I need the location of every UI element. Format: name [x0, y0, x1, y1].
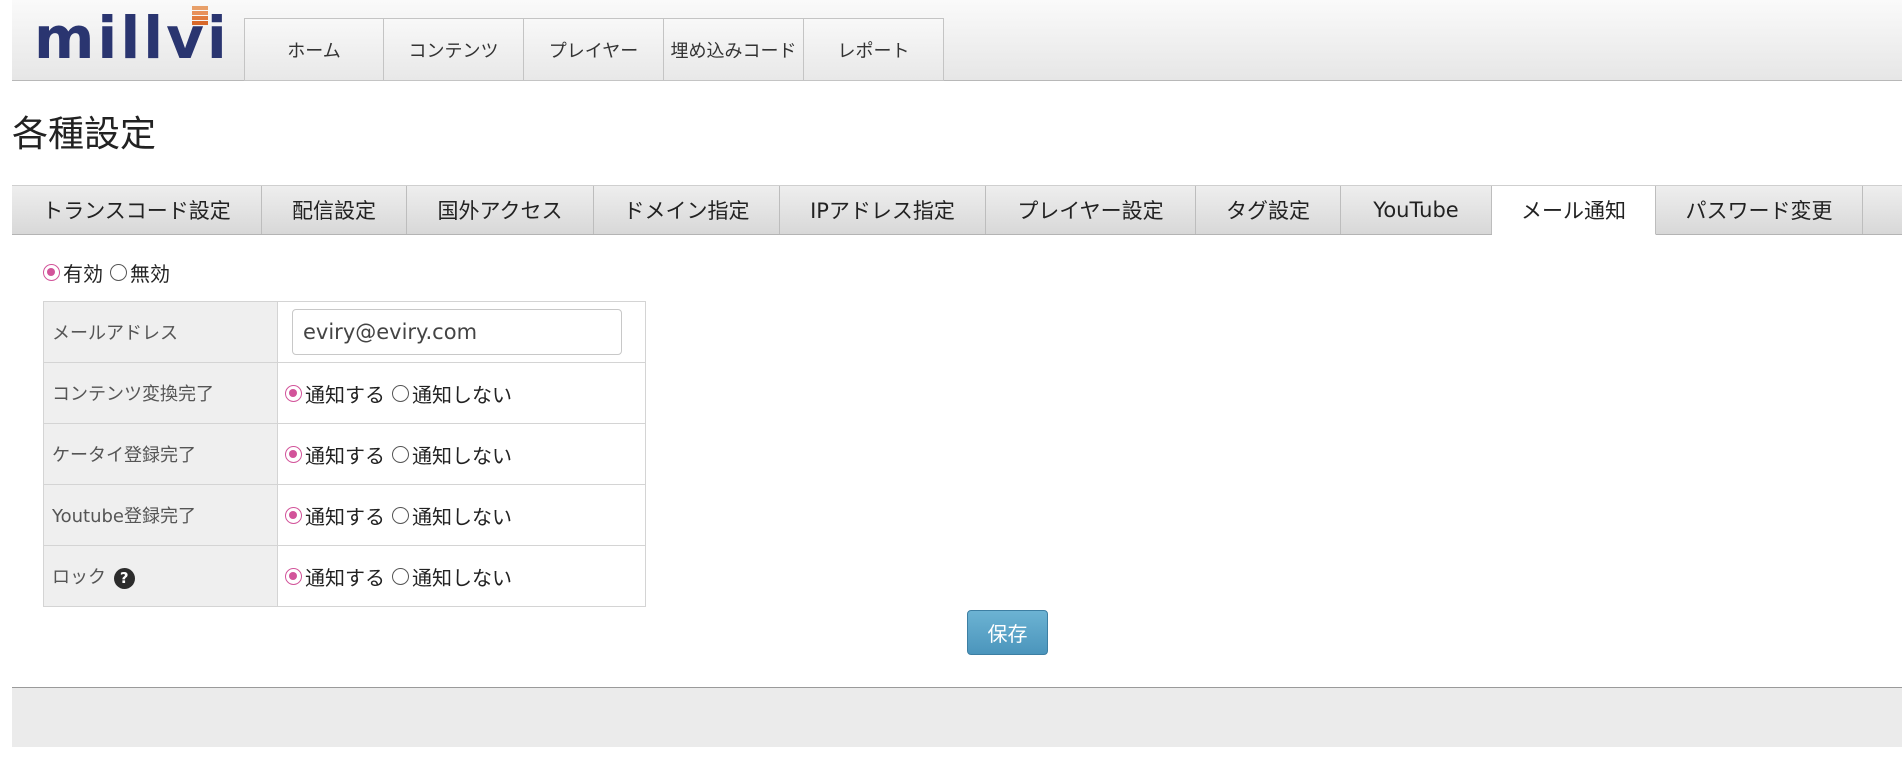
email-field[interactable]	[292, 309, 622, 355]
tab-overseas-access[interactable]: 国外アクセス	[407, 186, 594, 234]
table-row: コンテンツ変換完了 通知する 通知しない	[43, 362, 646, 424]
app-header: millvi ホーム コンテンツ プレイヤー 埋め込みコード レポート	[12, 0, 1902, 81]
tab-youtube[interactable]: YouTube	[1341, 186, 1492, 234]
enable-on-label: 有効	[63, 262, 103, 286]
email-label: メールアドレス	[43, 301, 278, 363]
nav-report[interactable]: レポート	[804, 18, 944, 81]
no-notify-label: 通知しない	[412, 382, 512, 407]
enable-toggle: 有効 無効	[43, 258, 170, 287]
tab-domain[interactable]: ドメイン指定	[594, 186, 780, 234]
notify-radio[interactable]	[285, 445, 302, 463]
notify-label: 通知する	[305, 565, 385, 590]
nav-player[interactable]: プレイヤー	[524, 18, 664, 81]
tab-tag-settings[interactable]: タグ設定	[1196, 186, 1341, 234]
enable-off-label: 無効	[130, 262, 170, 286]
notify-label: 通知する	[305, 443, 385, 468]
notify-radio[interactable]	[285, 506, 302, 524]
table-row: ロック ? 通知する 通知しない	[43, 545, 646, 607]
footer	[12, 687, 1902, 747]
no-notify-label: 通知しない	[412, 565, 512, 590]
enable-off-radio[interactable]	[110, 264, 127, 281]
notify-radio[interactable]	[285, 384, 302, 402]
page-title: 各種設定	[12, 114, 157, 155]
no-notify-label: 通知しない	[412, 443, 512, 468]
table-row: ケータイ登録完了 通知する 通知しない	[43, 423, 646, 485]
tab-mail-notification[interactable]: メール通知	[1492, 186, 1656, 235]
table-row: Youtube登録完了 通知する 通知しない	[43, 484, 646, 546]
no-notify-radio[interactable]	[392, 445, 409, 463]
settings-tabs: トランスコード設定 配信設定 国外アクセス ドメイン指定 IPアドレス指定 プレ…	[12, 185, 1902, 235]
logo-bars	[192, 6, 208, 28]
tab-player-settings[interactable]: プレイヤー設定	[986, 186, 1196, 234]
main-nav: ホーム コンテンツ プレイヤー 埋め込みコード レポート	[244, 18, 944, 81]
nav-embed-code[interactable]: 埋め込みコード	[664, 18, 804, 81]
notify-label: 通知する	[305, 382, 385, 407]
row-label: コンテンツ変換完了	[43, 362, 278, 424]
tab-ip-address[interactable]: IPアドレス指定	[780, 186, 986, 234]
row-label: ロック	[52, 567, 106, 588]
millvi-logo[interactable]: millvi	[34, 6, 234, 67]
no-notify-radio[interactable]	[392, 384, 409, 402]
notify-radio[interactable]	[285, 567, 302, 585]
no-notify-label: 通知しない	[412, 504, 512, 529]
notify-label: 通知する	[305, 504, 385, 529]
table-row: メールアドレス	[43, 301, 646, 363]
nav-home[interactable]: ホーム	[244, 18, 384, 81]
row-label: Youtube登録完了	[43, 484, 278, 546]
tab-password[interactable]: パスワード変更	[1656, 186, 1863, 234]
no-notify-radio[interactable]	[392, 567, 409, 585]
save-button[interactable]: 保存	[967, 610, 1048, 655]
notification-settings-table: メールアドレス コンテンツ変換完了 通知する 通知しない ケータイ登録完了 通知…	[43, 301, 646, 607]
nav-contents[interactable]: コンテンツ	[384, 18, 524, 81]
help-icon[interactable]: ?	[113, 567, 135, 589]
tab-delivery[interactable]: 配信設定	[262, 186, 407, 234]
tab-transcode[interactable]: トランスコード設定	[12, 186, 262, 234]
enable-on-radio[interactable]	[43, 264, 60, 281]
no-notify-radio[interactable]	[392, 506, 409, 524]
row-label: ケータイ登録完了	[43, 423, 278, 485]
